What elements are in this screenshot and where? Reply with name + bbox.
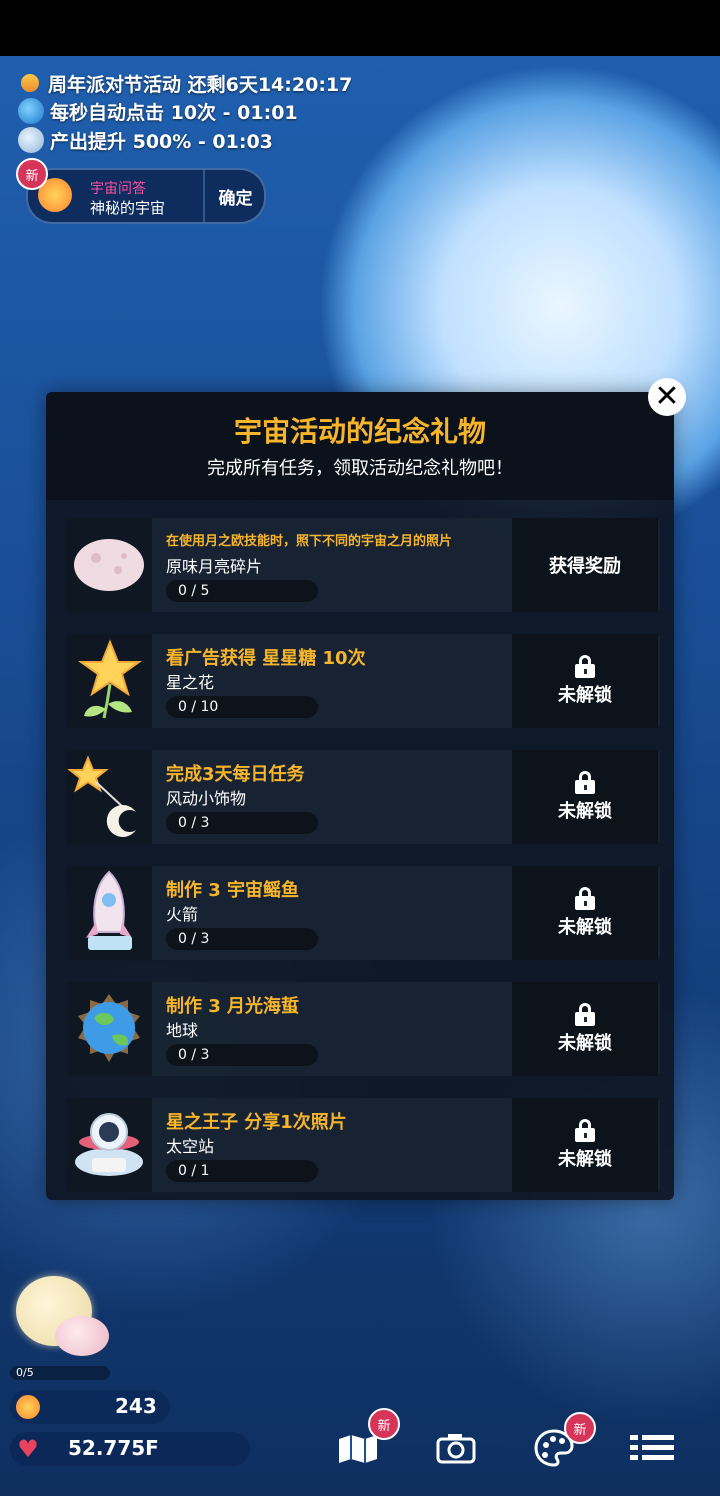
star-flower-icon xyxy=(77,639,143,719)
boost-buff: 产出提升 500% - 01:03 xyxy=(18,127,273,153)
rocket-icon xyxy=(86,870,132,950)
close-icon: ✕ xyxy=(654,379,680,414)
task-reward-name: 风动小饰物 xyxy=(166,789,247,808)
hearts-counter: ♥ 52.775F xyxy=(10,1432,250,1466)
collectible-progress: 0/5 xyxy=(10,1366,110,1380)
task-thumb xyxy=(66,634,152,728)
robot-buff-icon xyxy=(18,127,44,153)
palette-new-badge: 新 xyxy=(564,1412,596,1444)
task-title: 在使用月之欧技能时，照下不同的宇宙之月的照片 xyxy=(166,534,453,549)
locked-reward-button[interactable]: 未解锁 xyxy=(512,750,658,844)
menu-list-icon xyxy=(630,1435,674,1460)
earth-buff-icon xyxy=(18,98,44,124)
locked-reward-button[interactable]: 未解锁 xyxy=(512,866,658,960)
hearts-value: 52.775F xyxy=(68,1436,159,1460)
quiz-subtitle: 神秘的宇宙 xyxy=(90,199,166,217)
cosmic-quiz-pill[interactable]: 宇宙问答 神秘的宇宙 确定 xyxy=(26,168,266,224)
lock-icon xyxy=(575,1003,595,1026)
task-progress: 0 / 3 xyxy=(166,928,318,950)
task-row: 制作 3 宇宙鳐鱼 火箭 0 / 3 未解锁 xyxy=(66,866,660,960)
task-progress: 0 / 3 xyxy=(166,812,318,834)
autoclick-buff: 每秒自动点击 10次 - 01:01 xyxy=(18,98,298,124)
locked-reward-button[interactable]: 未解锁 xyxy=(512,1098,658,1192)
heart-icon: ♥ xyxy=(17,1435,39,1463)
stardust-value: 243 xyxy=(115,1394,157,1418)
map-new-badge: 新 xyxy=(368,1408,400,1440)
locked-label: 未解锁 xyxy=(558,1149,612,1170)
task-reward-name: 太空站 xyxy=(166,1137,215,1156)
quiz-title: 宇宙问答 xyxy=(90,181,146,197)
wind-chime-icon xyxy=(67,755,136,837)
task-title: 完成3天每日任务 xyxy=(166,764,305,785)
moon-fragment-icon xyxy=(74,539,144,591)
modal-title: 宇宙活动的纪念礼物 xyxy=(233,415,486,448)
task-progress: 0 / 5 xyxy=(166,580,318,602)
system-status-bar xyxy=(0,0,720,56)
task-title: 制作 3 宇宙鳐鱼 xyxy=(166,880,300,901)
claim-reward-button[interactable]: 获得奖励 xyxy=(512,518,658,612)
task-progress: 0 / 10 xyxy=(166,696,318,718)
task-thumb xyxy=(66,518,152,612)
close-modal-button[interactable]: ✕ xyxy=(648,378,686,416)
event-timer-text: 周年派对节活动 还剩6天14:20:17 xyxy=(48,73,353,96)
claim-reward-label: 获得奖励 xyxy=(549,556,621,577)
task-reward-name: 火箭 xyxy=(166,905,199,924)
locked-label: 未解锁 xyxy=(558,1033,612,1054)
locked-reward-button[interactable]: 未解锁 xyxy=(512,982,658,1076)
camera-button[interactable] xyxy=(432,1426,480,1470)
task-progress: 0 / 3 xyxy=(166,1044,318,1066)
task-reward-name: 原味月亮碎片 xyxy=(166,557,263,576)
task-progress: 0 / 1 xyxy=(166,1160,318,1182)
task-row: 制作 3 月光海蜇 地球 0 / 3 未解锁 xyxy=(66,982,660,1076)
task-thumb xyxy=(66,866,152,960)
moon-fragment-collectible-icon[interactable] xyxy=(55,1316,109,1356)
event-timer: 周年派对节活动 还剩6天14:20:17 xyxy=(17,70,353,96)
quiz-new-badge: 新 xyxy=(16,158,48,190)
camera-icon xyxy=(436,1434,476,1464)
task-row: 星之王子 分享1次照片 太空站 0 / 1 未解锁 xyxy=(66,1098,660,1192)
modal-subtitle: 完成所有任务，领取活动纪念礼物吧！ xyxy=(207,458,513,479)
lock-icon xyxy=(575,655,595,678)
event-diamond-icon xyxy=(17,70,43,96)
locked-reward-button[interactable]: 未解锁 xyxy=(512,634,658,728)
task-reward-name: 星之花 xyxy=(166,673,215,692)
lock-icon xyxy=(575,771,595,794)
task-row: 看广告获得 星星糖 10次 星之花 0 / 10 未解锁 xyxy=(66,634,660,728)
task-title: 看广告获得 星星糖 10次 xyxy=(166,648,366,669)
task-reward-name: 地球 xyxy=(166,1021,199,1040)
task-thumb xyxy=(66,750,152,844)
task-title: 制作 3 月光海蜇 xyxy=(166,996,300,1017)
locked-label: 未解锁 xyxy=(558,917,612,938)
boost-buff-text: 产出提升 500% - 01:03 xyxy=(50,130,273,153)
stardust-icon xyxy=(16,1395,40,1419)
task-row: 在使用月之欧技能时，照下不同的宇宙之月的照片 原味月亮碎片 0 / 5 获得奖励 xyxy=(66,518,660,612)
autoclick-buff-text: 每秒自动点击 10次 - 01:01 xyxy=(50,101,298,124)
task-thumb xyxy=(66,1098,152,1192)
locked-label: 未解锁 xyxy=(558,801,612,822)
earth-icon xyxy=(78,994,140,1062)
modal-header: 宇宙活动的纪念礼物 完成所有任务，领取活动纪念礼物吧！ xyxy=(46,392,674,500)
lock-icon xyxy=(575,887,595,910)
menu-button[interactable] xyxy=(628,1426,676,1470)
task-thumb xyxy=(66,982,152,1076)
space-station-icon xyxy=(75,1113,143,1176)
stardust-counter: 243 xyxy=(10,1390,170,1424)
task-title: 星之王子 分享1次照片 xyxy=(166,1112,347,1133)
task-row: 完成3天每日任务 风动小饰物 0 / 3 未解锁 xyxy=(66,750,660,844)
locked-label: 未解锁 xyxy=(558,685,612,706)
lock-icon xyxy=(575,1119,595,1142)
quiz-confirm-button[interactable]: 确定 xyxy=(203,170,266,222)
